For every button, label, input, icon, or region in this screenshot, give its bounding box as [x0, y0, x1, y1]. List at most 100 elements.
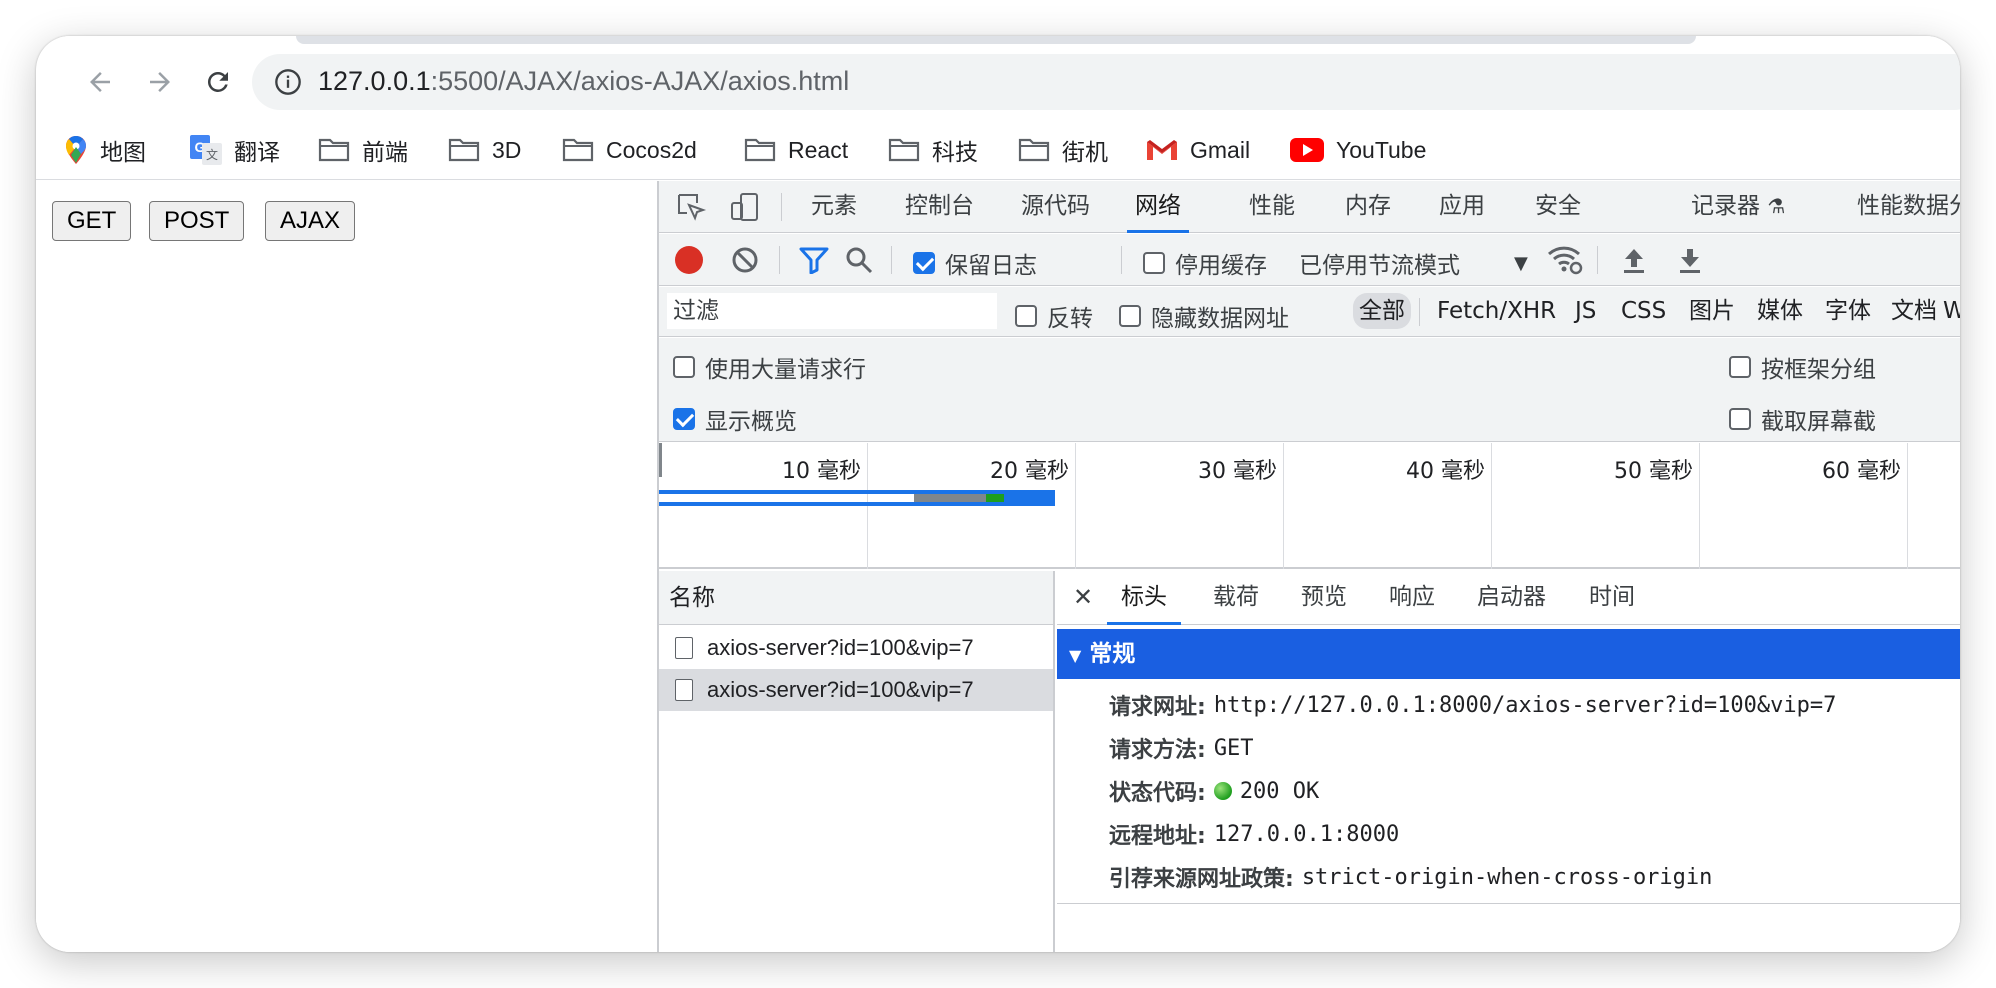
tab-performance-insights[interactable]: 性能数据分析	[1857, 181, 1960, 233]
waterfall-download	[1004, 494, 1055, 502]
tab-payload[interactable]: 载荷	[1213, 571, 1259, 625]
tab-recorder[interactable]: 记录器 ⚗	[1691, 181, 1785, 233]
tab-security[interactable]: 安全	[1535, 181, 1581, 233]
folder-icon	[318, 138, 350, 162]
tab-network[interactable]: 网络	[1127, 181, 1189, 233]
throttling-select[interactable]: 已停用节流模式 ▼	[1299, 246, 1528, 280]
reload-button[interactable]	[198, 62, 238, 102]
preserve-log-checkbox[interactable]: 保留日志	[913, 246, 1037, 280]
post-button[interactable]: POST	[149, 201, 245, 241]
field-key: 状态代码:	[1109, 781, 1206, 806]
group-by-frame-checkbox[interactable]: 按框架分组	[1729, 350, 1876, 384]
bookmarks-bar: 地图 G文 翻译 前端 3D Cocos2d React 科技 街机 Gmail…	[36, 120, 1960, 180]
export-har-icon[interactable]	[1677, 246, 1703, 274]
type-font[interactable]: 字体	[1819, 293, 1877, 329]
section-title: 常规	[1089, 641, 1136, 667]
inspect-element-icon[interactable]	[675, 191, 707, 223]
bookmark-label: 地图	[100, 139, 146, 165]
record-button[interactable]	[675, 246, 703, 274]
url-path: :5500/AJAX/axios-AJAX/axios.html	[430, 66, 850, 96]
bookmark-translate[interactable]: G文 翻译	[190, 132, 280, 168]
disable-cache-checkbox[interactable]: 停用缓存	[1143, 246, 1267, 280]
divider	[1057, 903, 1960, 904]
hide-data-urls-label: 隐藏数据网址	[1151, 306, 1289, 332]
type-css[interactable]: CSS	[1615, 293, 1672, 329]
capture-screenshots-checkbox[interactable]: 截取屏幕截	[1729, 402, 1876, 436]
tab-initiator[interactable]: 启动器	[1477, 571, 1546, 625]
url-text[interactable]: 127.0.0.1:5500/AJAX/axios-AJAX/axios.htm…	[318, 66, 849, 97]
tab-elements[interactable]: 元素	[811, 181, 857, 233]
bookmark-maps[interactable]: 地图	[64, 132, 146, 168]
type-img[interactable]: 图片	[1683, 293, 1741, 329]
tab-response[interactable]: 响应	[1389, 571, 1435, 625]
devtools-tabbar: 元素 控制台 源代码 网络 性能 内存 应用 安全 记录器 ⚗ 性能数据分析	[659, 181, 1960, 233]
bookmark-label: YouTube	[1336, 136, 1427, 163]
active-tab-edge[interactable]	[296, 36, 1696, 44]
dropdown-arrow-icon: ▼	[1514, 252, 1528, 274]
close-icon[interactable]: ✕	[1073, 583, 1093, 611]
tab-sources[interactable]: 源代码	[1021, 181, 1090, 233]
field-key: 请求方法:	[1109, 738, 1206, 763]
invert-checkbox[interactable]: 反转	[1015, 299, 1093, 333]
request-row-selected[interactable]: axios-server?id=100&vip=7	[659, 669, 1053, 711]
request-row[interactable]: axios-server?id=100&vip=7	[659, 627, 1053, 669]
filter-icon[interactable]	[799, 246, 829, 274]
hide-data-urls-checkbox[interactable]: 隐藏数据网址	[1119, 299, 1289, 333]
type-fetch-xhr[interactable]: Fetch/XHR	[1431, 293, 1562, 329]
tab-memory[interactable]: 内存	[1345, 181, 1391, 233]
checkbox-unchecked[interactable]	[1119, 305, 1141, 327]
tick-label: 60 毫秒	[1822, 459, 1901, 484]
bookmark-youtube[interactable]: YouTube	[1290, 132, 1426, 168]
tab-performance[interactable]: 性能	[1249, 181, 1295, 233]
bookmark-folder-tech[interactable]: 科技	[888, 132, 978, 168]
grid-line	[867, 443, 868, 569]
checkbox-unchecked[interactable]	[1015, 305, 1037, 327]
get-button[interactable]: GET	[52, 201, 132, 241]
checkbox-unchecked[interactable]	[1143, 252, 1165, 274]
bookmark-folder-3d[interactable]: 3D	[448, 132, 521, 168]
tab-headers[interactable]: 标头	[1107, 571, 1181, 625]
bookmark-folder-frontend[interactable]: 前端	[318, 132, 408, 168]
import-har-icon[interactable]	[1621, 246, 1647, 274]
field-value: 200 OK	[1239, 778, 1320, 804]
tab-timing[interactable]: 时间	[1589, 571, 1635, 625]
network-overview[interactable]: 10 毫秒 20 毫秒 30 毫秒 40 毫秒 50 毫秒 60 毫秒	[659, 443, 1960, 569]
checkbox-checked[interactable]	[673, 408, 695, 430]
site-info-icon[interactable]	[274, 68, 302, 96]
filter-input[interactable]: 过滤	[667, 293, 997, 329]
type-ws[interactable]: WS	[1937, 293, 1960, 329]
bookmark-folder-cocos2d[interactable]: Cocos2d	[562, 132, 697, 168]
type-all[interactable]: 全部	[1353, 293, 1411, 329]
general-section-header[interactable]: ▼ 常规	[1057, 629, 1960, 679]
request-list: 名称 axios-server?id=100&vip=7 axios-serve…	[659, 571, 1055, 952]
checkbox-unchecked[interactable]	[1729, 408, 1751, 430]
grid-line	[1491, 443, 1492, 569]
bookmark-label: Gmail	[1190, 136, 1251, 163]
bookmark-label: 科技	[932, 139, 978, 165]
show-overview-checkbox[interactable]: 显示概览	[673, 402, 797, 436]
network-conditions-icon[interactable]	[1547, 244, 1583, 276]
clear-icon[interactable]	[731, 246, 759, 274]
name-column-header[interactable]: 名称	[659, 571, 1053, 625]
tab-console[interactable]: 控制台	[905, 181, 974, 233]
grid-line	[1283, 443, 1284, 569]
type-media[interactable]: 媒体	[1751, 293, 1809, 329]
tab-application[interactable]: 应用	[1439, 181, 1485, 233]
checkbox-unchecked[interactable]	[1729, 356, 1751, 378]
device-toolbar-icon[interactable]	[729, 191, 761, 223]
checkbox-checked[interactable]	[913, 252, 935, 274]
search-icon[interactable]	[845, 246, 873, 274]
bookmark-folder-arcade[interactable]: 街机	[1018, 132, 1108, 168]
tab-preview[interactable]: 预览	[1301, 571, 1347, 625]
forward-button[interactable]	[140, 62, 180, 102]
bookmark-folder-react[interactable]: React	[744, 132, 848, 168]
folder-icon	[1018, 138, 1050, 162]
bookmark-gmail[interactable]: Gmail	[1146, 132, 1250, 168]
checkbox-unchecked[interactable]	[673, 356, 695, 378]
big-request-rows-checkbox[interactable]: 使用大量请求行	[673, 350, 866, 384]
ajax-button[interactable]: AJAX	[265, 201, 356, 241]
type-doc[interactable]: 文档	[1885, 293, 1943, 329]
address-bar[interactable]: 127.0.0.1:5500/AJAX/axios-AJAX/axios.htm…	[252, 54, 1960, 110]
type-js[interactable]: JS	[1569, 293, 1602, 329]
back-button[interactable]	[80, 62, 120, 102]
